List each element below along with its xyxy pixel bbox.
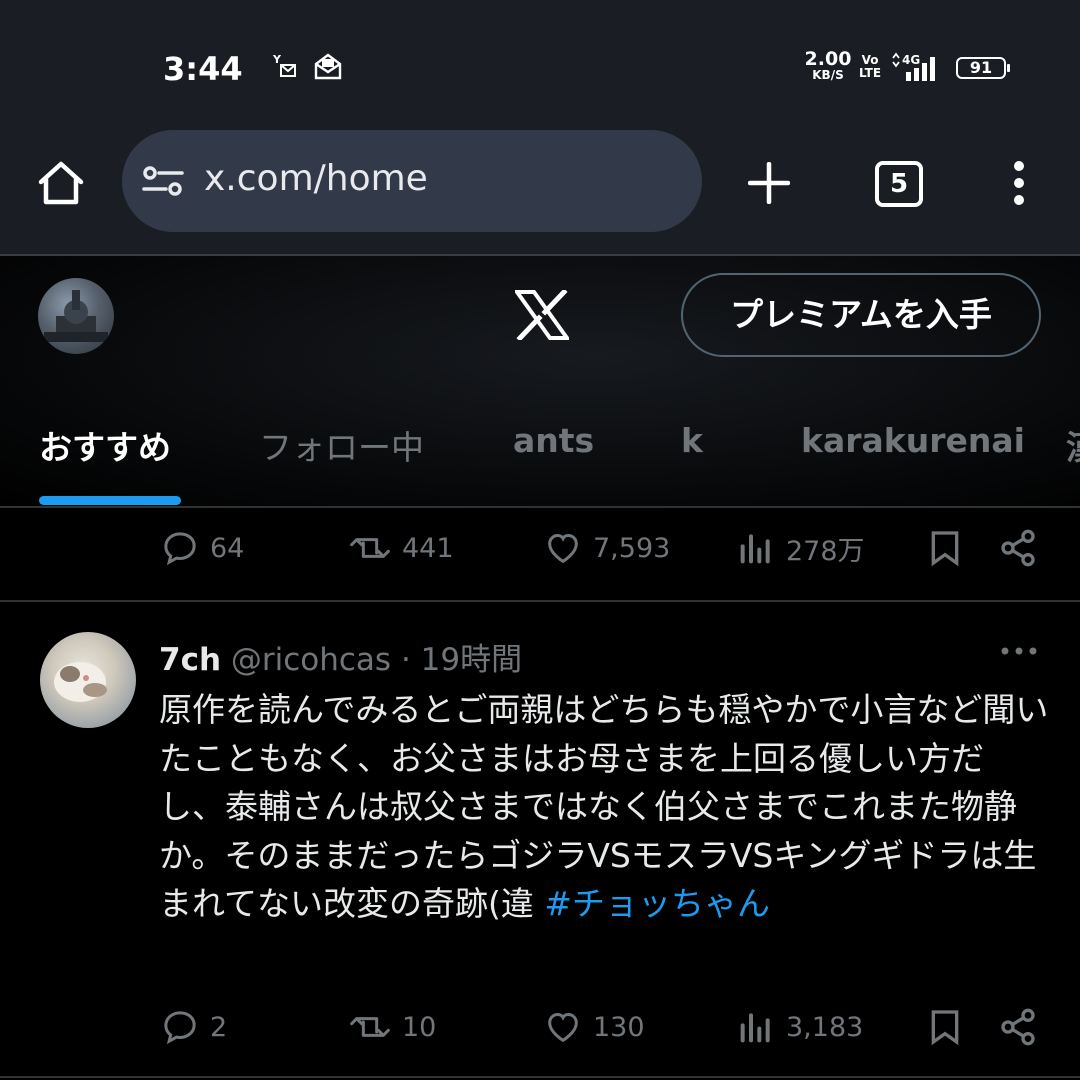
get-premium-button[interactable]: プレミアムを入手 xyxy=(681,273,1041,357)
post-divider xyxy=(0,600,1080,602)
tab-for-you[interactable]: おすすめ xyxy=(39,421,171,469)
views-button[interactable]: 278万 xyxy=(736,518,865,578)
tab-kan[interactable]: 漢 xyxy=(1066,421,1080,469)
heart-icon xyxy=(548,1012,578,1043)
post-action-bar: 2 10 130 3,183 xyxy=(0,997,1080,1057)
share-icon[interactable] xyxy=(998,997,1048,1057)
home-icon[interactable] xyxy=(36,160,86,210)
author-handle[interactable]: @ricohcas xyxy=(231,642,391,678)
mail-notification-icon xyxy=(314,52,342,84)
status-bar: 3:44 Y 2.00 KB/S Vo LTE 4G 91 xyxy=(0,0,1080,130)
analytics-icon xyxy=(740,534,770,564)
hashtag-link[interactable]: #チョッちゃん xyxy=(544,884,770,923)
reply-count: 64 xyxy=(210,532,245,564)
url-text[interactable]: x.com/home xyxy=(204,158,428,199)
battery-indicator: 91 xyxy=(956,57,1010,79)
bookmark-icon[interactable] xyxy=(925,518,975,578)
views-button[interactable]: 3,183 xyxy=(736,997,863,1057)
bookmark-icon[interactable] xyxy=(925,997,975,1057)
reply-icon xyxy=(164,1011,196,1045)
heart-icon xyxy=(548,533,578,564)
clock: 3:44 xyxy=(163,50,243,88)
tab-following[interactable]: フォロー中 xyxy=(259,421,424,469)
reply-icon xyxy=(164,532,196,566)
more-horiz-icon[interactable] xyxy=(1000,642,1038,661)
profile-avatar[interactable] xyxy=(38,278,114,354)
repost-count: 10 xyxy=(402,1011,437,1043)
repost-icon xyxy=(350,1017,390,1037)
x-logo-icon[interactable] xyxy=(513,288,571,344)
bottom-divider xyxy=(0,1076,1080,1078)
views-count: 278万 xyxy=(786,535,865,567)
more-vert-icon[interactable] xyxy=(1010,160,1028,210)
post-text: 原作を読んでみるとご両親はどちらも穏やかで小言など聞いたこともなく、お父さまはお… xyxy=(159,690,1049,923)
browser-toolbar: x.com/home 5 xyxy=(0,130,1080,256)
reply-button[interactable]: 2 xyxy=(160,997,227,1057)
like-count: 130 xyxy=(593,1011,645,1043)
post-header: 7ch @ricohcas · 19時間 xyxy=(159,642,523,678)
tab-switcher-button[interactable]: 5 xyxy=(875,161,923,207)
signal-icon: 4G xyxy=(890,52,942,86)
volte-indicator: Vo LTE xyxy=(859,53,882,80)
post-time[interactable]: 19時間 xyxy=(421,642,522,678)
like-button[interactable]: 130 xyxy=(543,997,645,1057)
analytics-icon xyxy=(740,1013,770,1043)
author-avatar[interactable] xyxy=(40,632,136,728)
repost-button[interactable]: 441 xyxy=(348,518,454,578)
site-settings-icon[interactable] xyxy=(142,165,184,201)
like-button[interactable]: 7,593 xyxy=(543,518,670,578)
reply-count: 2 xyxy=(210,1011,228,1043)
x-header: プレミアムを入手 おすすめ フォロー中 ants k karakurenai 漢 xyxy=(0,256,1080,506)
repost-button[interactable]: 10 xyxy=(348,997,436,1057)
reply-button[interactable]: 64 xyxy=(160,518,244,578)
like-count: 7,593 xyxy=(593,532,671,564)
author-name[interactable]: 7ch xyxy=(159,642,221,678)
header-divider xyxy=(0,506,1080,508)
svg-text:4G: 4G xyxy=(902,53,920,67)
repost-count: 441 xyxy=(402,532,454,564)
repost-icon xyxy=(350,538,390,558)
active-tab-indicator xyxy=(39,496,181,505)
new-tab-icon[interactable] xyxy=(747,161,791,208)
tab-k[interactable]: k xyxy=(681,421,703,460)
yahoo-mail-icon: Y xyxy=(272,52,298,84)
share-icon[interactable] xyxy=(998,518,1048,578)
views-count: 3,183 xyxy=(786,1011,864,1043)
prev-post-action-bar: 64 441 7,593 278万 xyxy=(0,518,1080,578)
network-speed: 2.00 KB/S xyxy=(804,48,852,82)
tab-karakurenai[interactable]: karakurenai xyxy=(801,421,1025,460)
tab-ants[interactable]: ants xyxy=(513,421,594,460)
address-bar[interactable]: x.com/home xyxy=(122,130,702,232)
